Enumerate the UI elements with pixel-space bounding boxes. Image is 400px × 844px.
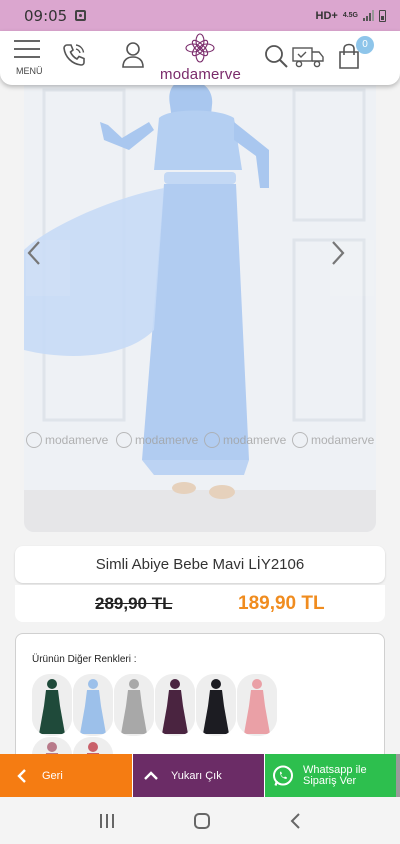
back-nav-icon[interactable] bbox=[288, 812, 302, 830]
other-colors-label: Ürünün Diğer Renkleri : bbox=[32, 654, 137, 665]
network-type: 4.5G bbox=[342, 12, 358, 19]
network-label: HD+ bbox=[315, 9, 338, 22]
logo[interactable]: modamerve bbox=[160, 33, 241, 83]
notification-icon bbox=[75, 10, 87, 21]
scroll-top-label: Yukarı Çık bbox=[171, 769, 222, 782]
back-button[interactable]: Geri bbox=[0, 754, 132, 797]
color-swatch-dress-light-blue[interactable] bbox=[73, 674, 113, 736]
color-swatch-dress-dark-green[interactable] bbox=[32, 674, 72, 736]
chevron-up-icon bbox=[144, 770, 158, 780]
watermark-row: modamerve modamerve modamerve modamerve bbox=[24, 432, 376, 456]
account-icon[interactable] bbox=[120, 40, 146, 70]
new-price: 189,90 TL bbox=[238, 592, 325, 614]
watermark: modamerve bbox=[204, 432, 286, 448]
battery-icon bbox=[379, 9, 386, 22]
chevron-left-icon bbox=[17, 768, 26, 783]
scroll-top-button[interactable]: Yukarı Çık bbox=[132, 754, 264, 797]
product-image-gallery[interactable]: modamerve modamerve modamerve modamerve bbox=[24, 60, 376, 532]
status-indicators: HD+ 4.5G bbox=[315, 9, 386, 22]
back-label: Geri bbox=[42, 769, 63, 782]
home-icon[interactable] bbox=[193, 812, 211, 830]
status-time: 09:05 bbox=[24, 6, 68, 25]
watermark: modamerve bbox=[292, 432, 374, 448]
price-box: 289,90 TL 189,90 TL bbox=[15, 585, 385, 622]
old-price: 289,90 TL bbox=[95, 593, 173, 613]
bar-edge bbox=[396, 754, 400, 797]
other-colors-panel: Ürünün Diğer Renkleri : bbox=[15, 633, 385, 799]
logo-flower-icon bbox=[185, 33, 215, 63]
gallery-next-button[interactable] bbox=[330, 240, 374, 296]
recent-apps-icon[interactable] bbox=[98, 813, 116, 829]
phone-icon[interactable] bbox=[60, 41, 88, 69]
color-swatch-dress-black[interactable] bbox=[196, 674, 236, 736]
watermark: modamerve bbox=[26, 432, 108, 448]
menu-label: MENÜ bbox=[16, 66, 43, 76]
search-icon[interactable] bbox=[263, 43, 289, 69]
whatsapp-order-button[interactable]: Whatsapp ile Sipariş Ver bbox=[264, 754, 396, 797]
bottom-action-bar: Geri Yukarı Çık Whatsapp ile Sipariş Ver bbox=[0, 754, 400, 797]
product-title: Simli Abiye Bebe Mavi LİY2106 bbox=[15, 546, 385, 583]
gallery-prev-button[interactable] bbox=[26, 240, 70, 296]
color-swatch-dress-pink[interactable] bbox=[237, 674, 277, 736]
watermark: modamerve bbox=[116, 432, 198, 448]
signal-icon bbox=[363, 10, 374, 21]
site-header: MENÜ modamerve 0 bbox=[0, 31, 400, 85]
whatsapp-icon bbox=[273, 765, 293, 786]
color-swatch-dress-grey[interactable] bbox=[114, 674, 154, 736]
logo-text: modamerve bbox=[160, 66, 241, 83]
menu-button[interactable] bbox=[14, 40, 44, 64]
product-photo bbox=[24, 60, 376, 532]
shipping-truck-icon[interactable] bbox=[291, 45, 325, 69]
color-swatch-dress-plum[interactable] bbox=[155, 674, 195, 736]
cart-count-badge[interactable]: 0 bbox=[356, 36, 374, 54]
whatsapp-label: Whatsapp ile Sipariş Ver bbox=[303, 763, 367, 787]
chevron-left-icon bbox=[27, 241, 40, 265]
system-nav-bar bbox=[0, 797, 400, 844]
status-bar: 09:05 HD+ 4.5G bbox=[0, 0, 400, 31]
chevron-right-icon bbox=[332, 241, 345, 265]
